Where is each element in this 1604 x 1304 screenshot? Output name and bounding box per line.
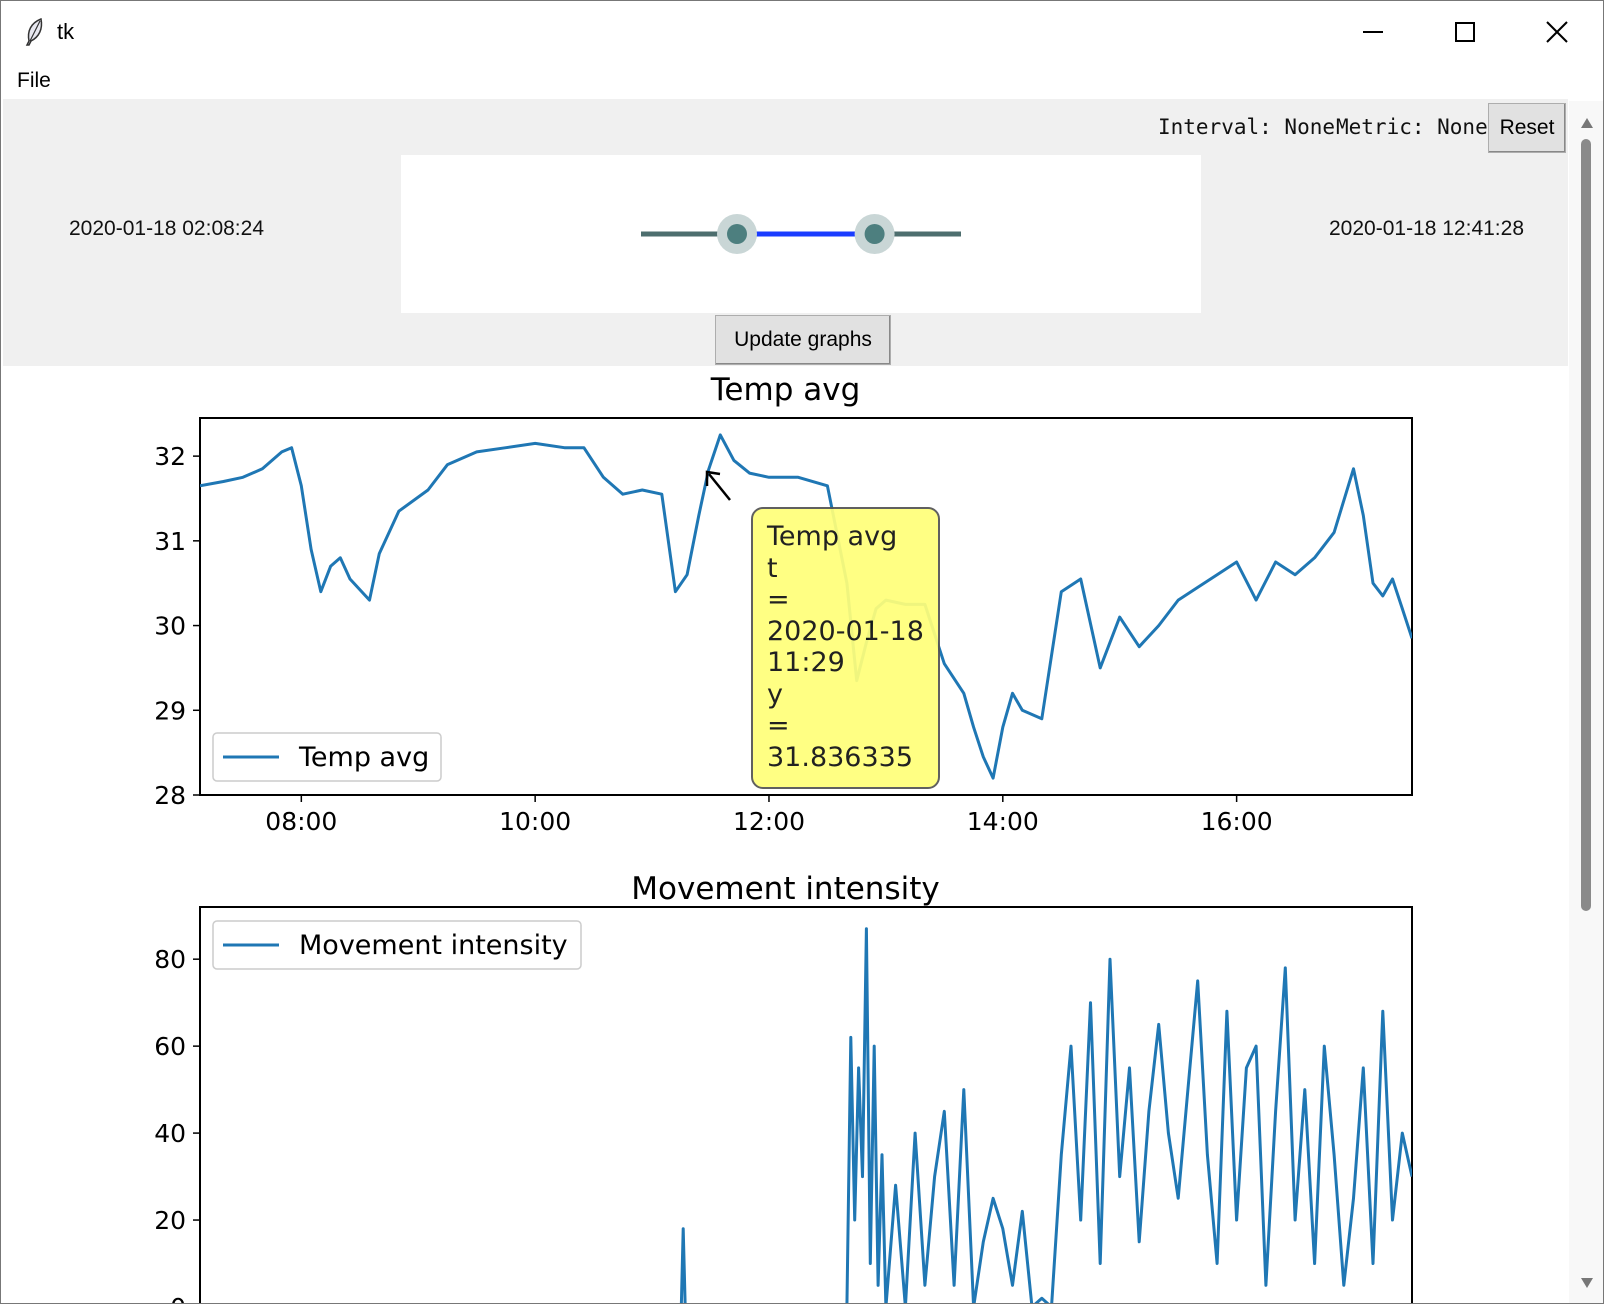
movement-ytick-label: 40 <box>154 1119 186 1148</box>
temp-xtick-label: 12:00 <box>733 807 805 836</box>
temp-ytick-label: 30 <box>154 612 186 641</box>
window-title: tk <box>57 19 75 44</box>
movement-chart-title: Movement intensity <box>631 871 940 907</box>
temp-xtick-label: 16:00 <box>1201 807 1273 836</box>
temp-ytick-label: 28 <box>154 781 186 810</box>
feather-icon <box>23 17 45 47</box>
charts-area: Temp avg Movement intensity 28 29 30 31 32 08… <box>3 366 1568 1304</box>
minimize-button[interactable] <box>1327 1 1419 63</box>
movement-ytick-label: 20 <box>154 1206 186 1235</box>
close-icon <box>1546 21 1568 43</box>
temp-ytick-label: 29 <box>154 696 186 725</box>
tooltip-line: y <box>767 678 783 710</box>
tooltip-line: 2020-01-18 <box>767 615 924 647</box>
temp-chart-title: Temp avg <box>710 372 861 408</box>
interval-status: Interval: None <box>1158 115 1336 139</box>
tooltip-line: Temp avg <box>767 521 898 552</box>
vertical-scrollbar[interactable] <box>1569 101 1603 1303</box>
range-slider-canvas <box>401 155 1201 313</box>
reset-button[interactable]: Reset <box>1488 103 1566 153</box>
tooltip-line: t <box>767 552 778 584</box>
movement-ytick-label: 80 <box>154 945 186 974</box>
temp-legend-label: Temp avg <box>298 742 429 773</box>
range-start-time: 2020-01-18 02:08:24 <box>69 217 264 240</box>
data-point-tooltip: Temp avg t = 2020-01-18 11:29 y = 31.836… <box>751 507 940 789</box>
temp-ytick-label: 32 <box>154 442 186 471</box>
slider-low-handle[interactable] <box>717 214 757 254</box>
maximize-button[interactable] <box>1419 1 1511 63</box>
scroll-down-arrow-icon[interactable] <box>1580 1277 1594 1289</box>
temp-xtick-label: 14:00 <box>967 807 1039 836</box>
temp-xtick-label: 10:00 <box>499 807 571 836</box>
tooltip-line: 11:29 <box>767 647 845 678</box>
menu-file[interactable]: File <box>17 69 51 93</box>
control-panel: Interval: None Metric: None Reset 2020-0… <box>3 99 1568 366</box>
movement-ytick-label: 0 <box>170 1293 186 1304</box>
temp-ytick-label: 31 <box>154 527 186 556</box>
tooltip-line: 31.836335 <box>767 741 914 773</box>
slider-high-handle[interactable] <box>854 214 895 254</box>
movement-ytick-label: 60 <box>154 1032 186 1061</box>
tooltip-line: = <box>767 584 790 615</box>
tooltip-line: = <box>767 710 790 741</box>
maximize-icon <box>1455 22 1475 42</box>
update-graphs-button[interactable]: Update graphs <box>715 315 891 365</box>
scroll-up-arrow-icon[interactable] <box>1580 117 1594 129</box>
minimize-icon <box>1363 31 1383 33</box>
app-window: tk File Interval: None Metric: None Rese… <box>0 0 1604 1304</box>
temp-xtick-label: 08:00 <box>265 807 337 836</box>
range-slider[interactable] <box>401 155 1201 313</box>
scrollbar-thumb[interactable] <box>1581 139 1591 911</box>
menu-bar: File <box>1 63 1603 99</box>
close-button[interactable] <box>1511 1 1603 63</box>
range-end-time: 2020-01-18 12:41:28 <box>1329 217 1524 240</box>
movement-legend-label: Movement intensity <box>299 930 568 961</box>
title-bar[interactable]: tk <box>1 1 1603 63</box>
metric-status: Metric: None <box>1336 115 1488 139</box>
